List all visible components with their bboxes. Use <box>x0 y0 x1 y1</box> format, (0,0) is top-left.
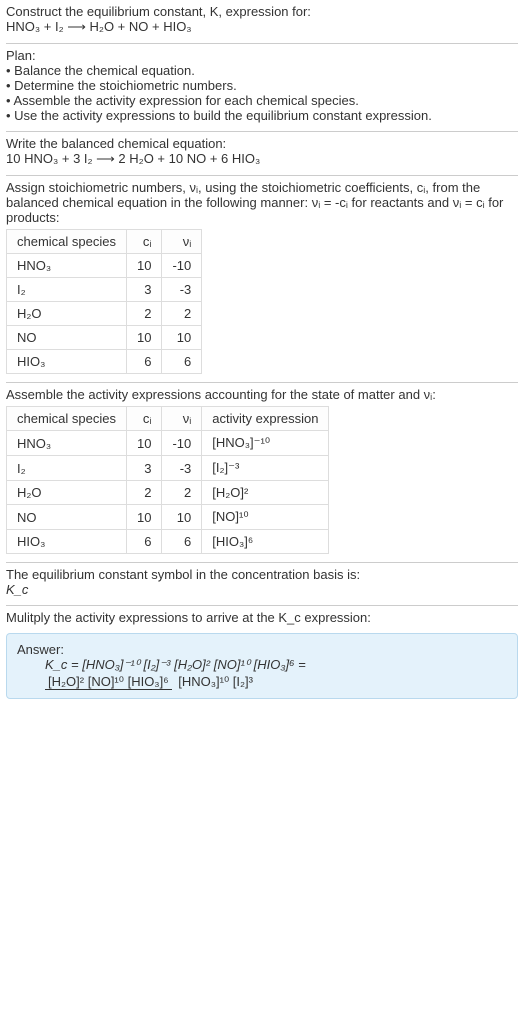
multiply-text: Mulitply the activity expressions to arr… <box>6 610 518 625</box>
col-vi-label: νᵢ <box>183 411 192 426</box>
kc-symbol-line1: The equilibrium constant symbol in the c… <box>6 567 518 582</box>
col-species: chemical species <box>7 230 127 254</box>
cell-expr: [I₂]⁻³ <box>202 456 329 481</box>
cell-vi: 6 <box>162 530 202 554</box>
stoich-block: Assign stoichiometric numbers, νᵢ, using… <box>0 176 524 382</box>
table-row: I₂3-3[I₂]⁻³ <box>7 456 329 481</box>
plan-item: Use the activity expressions to build th… <box>6 108 518 123</box>
cell-vi: -10 <box>162 431 202 456</box>
cell-species: HNO₃ <box>7 254 127 278</box>
cell-ci: 2 <box>127 302 162 326</box>
cell-expr: [NO]¹⁰ <box>202 505 329 530</box>
cell-ci: 10 <box>127 326 162 350</box>
plan-title: Plan: <box>6 48 518 63</box>
balanced-intro: Write the balanced chemical equation: <box>6 136 518 151</box>
cell-ci: 2 <box>127 481 162 505</box>
answer-expression: K_c = [HNO₃]⁻¹⁰ [I₂]⁻³ [H₂O]² [NO]¹⁰ [HI… <box>17 657 507 690</box>
cell-ci: 3 <box>127 456 162 481</box>
col-ci-label: cᵢ <box>143 234 152 249</box>
cell-vi: -10 <box>162 254 202 278</box>
table-row: HIO₃66 <box>7 350 202 374</box>
activity-intro: Assemble the activity expressions accoun… <box>6 387 518 402</box>
table-row: NO1010[NO]¹⁰ <box>7 505 329 530</box>
cell-ci: 10 <box>127 431 162 456</box>
cell-vi: 2 <box>162 302 202 326</box>
cell-species: I₂ <box>7 278 127 302</box>
col-ci: cᵢ <box>127 230 162 254</box>
cell-ci: 6 <box>127 350 162 374</box>
cell-expr: [H₂O]² <box>202 481 329 505</box>
plan-item: Determine the stoichiometric numbers. <box>6 78 518 93</box>
cell-vi: 10 <box>162 326 202 350</box>
cell-ci: 10 <box>127 254 162 278</box>
balanced-block: Write the balanced chemical equation: 10… <box>0 132 524 175</box>
plan-item: Assemble the activity expression for eac… <box>6 93 518 108</box>
table-row: I₂3-3 <box>7 278 202 302</box>
header-line1: Construct the equilibrium constant, K, e… <box>6 4 518 19</box>
cell-species: NO <box>7 326 127 350</box>
plan-list: Balance the chemical equation. Determine… <box>6 63 518 123</box>
col-species: chemical species <box>7 407 127 431</box>
col-expr: activity expression <box>202 407 329 431</box>
cell-vi: 10 <box>162 505 202 530</box>
answer-label: Answer: <box>17 642 507 657</box>
answer-numerator: [H₂O]² [NO]¹⁰ [HIO₃]⁶ <box>45 674 172 690</box>
cell-ci: 6 <box>127 530 162 554</box>
cell-species: H₂O <box>7 302 127 326</box>
activity-table: chemical species cᵢ νᵢ activity expressi… <box>6 406 329 554</box>
cell-expr: [HNO₃]⁻¹⁰ <box>202 431 329 456</box>
col-vi-label: νᵢ <box>183 234 192 249</box>
cell-species: H₂O <box>7 481 127 505</box>
cell-species: HIO₃ <box>7 530 127 554</box>
cell-vi: 6 <box>162 350 202 374</box>
cell-species: I₂ <box>7 456 127 481</box>
col-vi: νᵢ <box>162 230 202 254</box>
answer-denominator: [HNO₃]¹⁰ [I₂]³ <box>175 674 256 689</box>
table-header-row: chemical species cᵢ νᵢ activity expressi… <box>7 407 329 431</box>
plan-item: Balance the chemical equation. <box>6 63 518 78</box>
cell-species: NO <box>7 505 127 530</box>
activity-block: Assemble the activity expressions accoun… <box>0 383 524 562</box>
header-block: Construct the equilibrium constant, K, e… <box>0 0 524 43</box>
plan-block: Plan: Balance the chemical equation. Det… <box>0 44 524 131</box>
stoich-table: chemical species cᵢ νᵢ HNO₃10-10 I₂3-3 H… <box>6 229 202 374</box>
header-equation: HNO₃ + I₂ ⟶ H₂O + NO + HIO₃ <box>6 19 518 35</box>
balanced-equation: 10 HNO₃ + 3 I₂ ⟶ 2 H₂O + 10 NO + 6 HIO₃ <box>6 151 518 167</box>
stoich-intro: Assign stoichiometric numbers, νᵢ, using… <box>6 180 518 225</box>
cell-vi: 2 <box>162 481 202 505</box>
cell-vi: -3 <box>162 456 202 481</box>
col-vi: νᵢ <box>162 407 202 431</box>
table-row: HNO₃10-10 <box>7 254 202 278</box>
cell-expr: [HIO₃]⁶ <box>202 530 329 554</box>
answer-fraction: [H₂O]² [NO]¹⁰ [HIO₃]⁶ [HNO₃]¹⁰ [I₂]³ <box>45 674 256 690</box>
table-row: H₂O22 <box>7 302 202 326</box>
kc-symbol: K_c <box>6 582 518 597</box>
col-ci: cᵢ <box>127 407 162 431</box>
answer-box: Answer: K_c = [HNO₃]⁻¹⁰ [I₂]⁻³ [H₂O]² [N… <box>6 633 518 699</box>
table-header-row: chemical species cᵢ νᵢ <box>7 230 202 254</box>
cell-ci: 3 <box>127 278 162 302</box>
multiply-block: Mulitply the activity expressions to arr… <box>0 606 524 633</box>
table-row: HIO₃66[HIO₃]⁶ <box>7 530 329 554</box>
cell-species: HNO₃ <box>7 431 127 456</box>
cell-species: HIO₃ <box>7 350 127 374</box>
table-row: NO1010 <box>7 326 202 350</box>
table-row: H₂O22[H₂O]² <box>7 481 329 505</box>
cell-vi: -3 <box>162 278 202 302</box>
kc-symbol-block: The equilibrium constant symbol in the c… <box>0 563 524 605</box>
col-ci-label: cᵢ <box>143 411 152 426</box>
table-row: HNO₃10-10[HNO₃]⁻¹⁰ <box>7 431 329 456</box>
cell-ci: 10 <box>127 505 162 530</box>
answer-lhs: K_c = [HNO₃]⁻¹⁰ [I₂]⁻³ [H₂O]² [NO]¹⁰ [HI… <box>45 657 306 672</box>
